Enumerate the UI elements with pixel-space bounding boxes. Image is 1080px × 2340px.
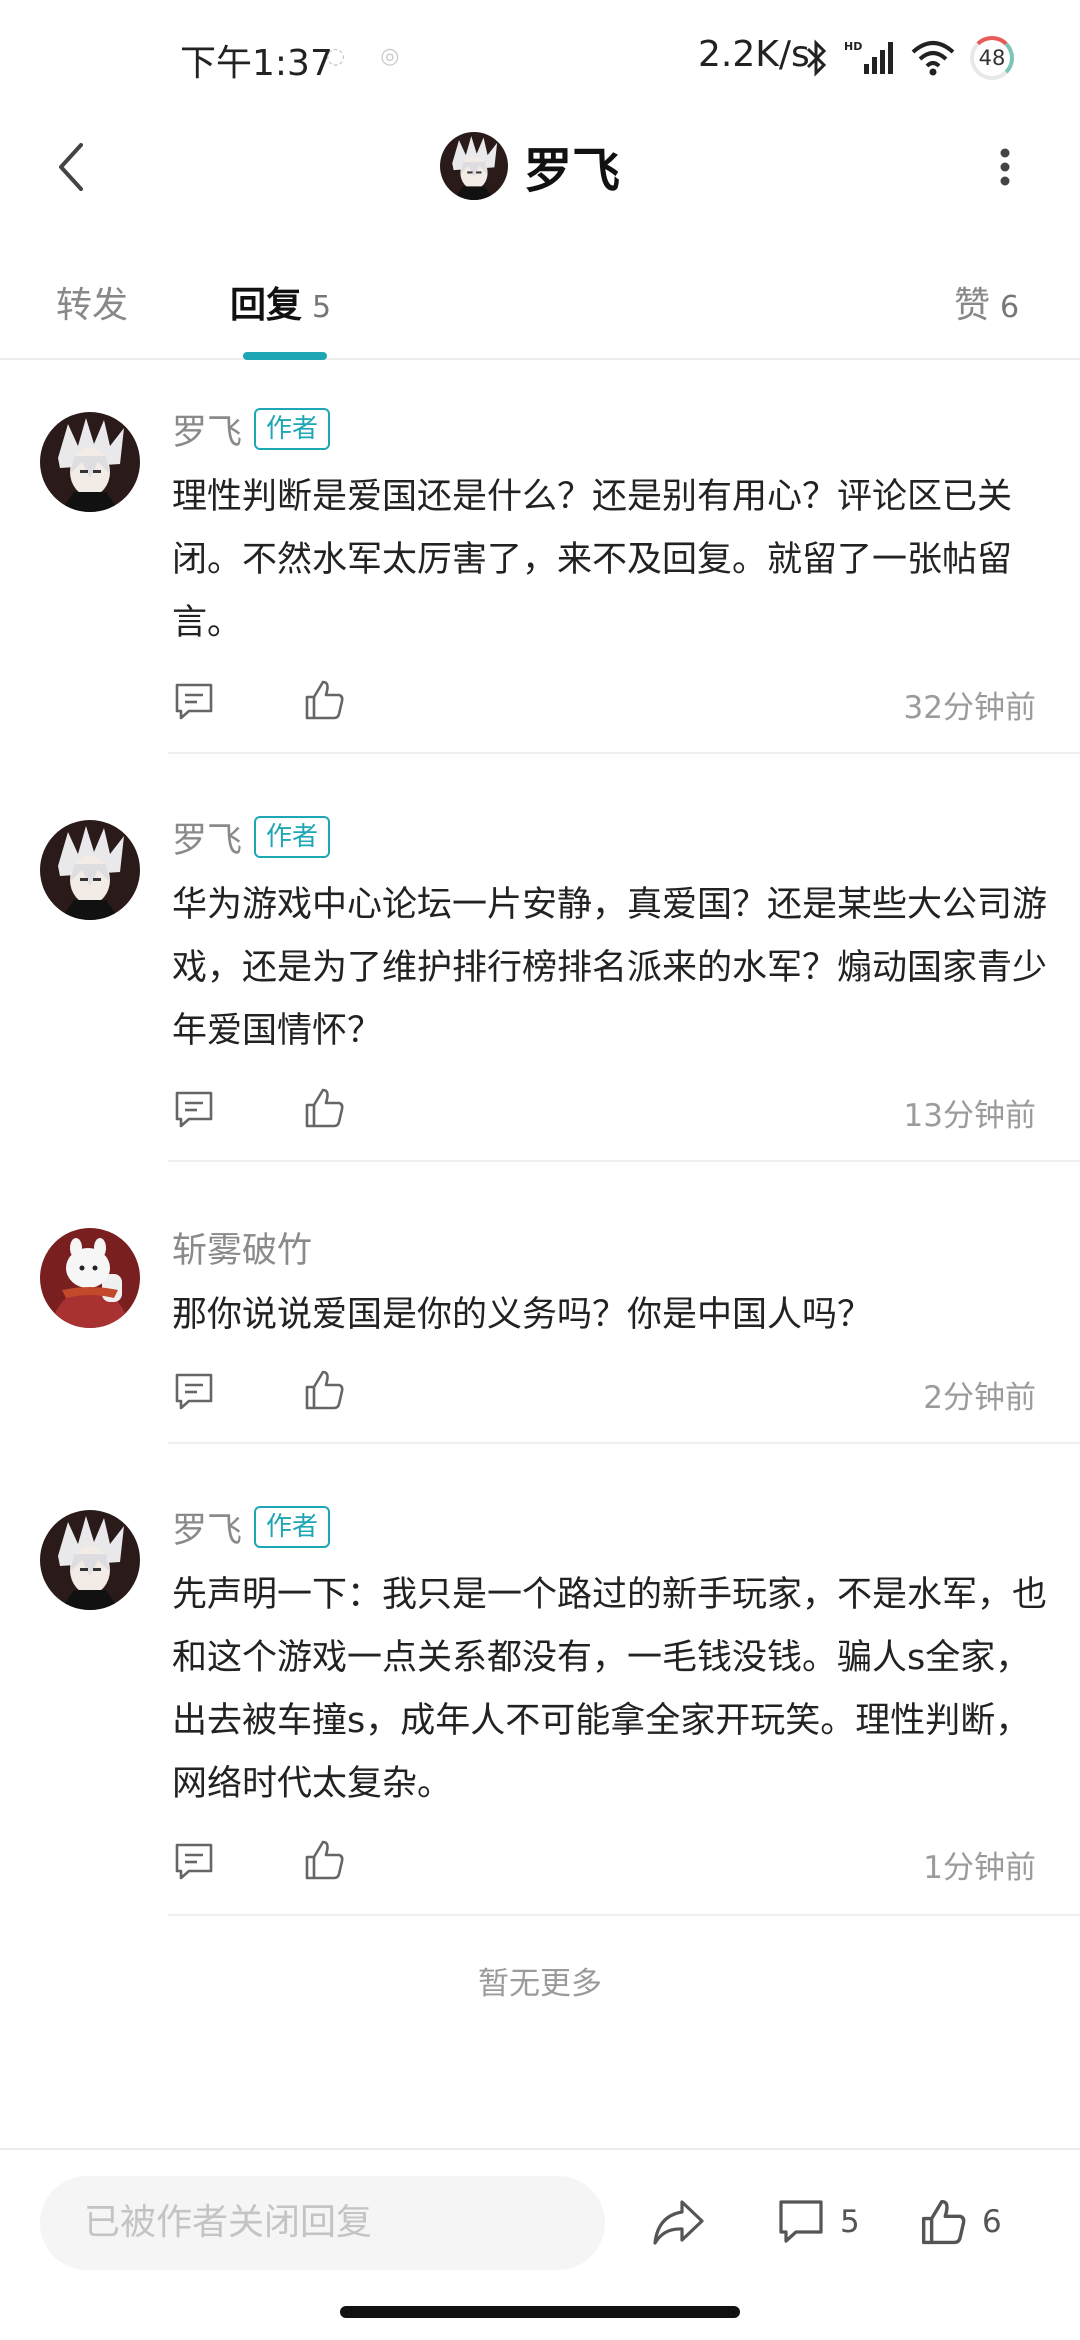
network-speed: 2.2K/s bbox=[698, 34, 810, 75]
tab-reply[interactable]: 回复 5 bbox=[230, 276, 331, 328]
tab-active-indicator bbox=[243, 352, 327, 360]
tab-like[interactable]: 赞 6 bbox=[954, 276, 1019, 328]
comment-count: 5 bbox=[840, 2204, 860, 2240]
thumbs-up-icon bbox=[921, 2199, 966, 2245]
status-bar: 下午1:37 ◌ ◎ 2.2K/s HD 48 bbox=[0, 0, 1080, 110]
tab-reply-label: 回复 bbox=[230, 285, 303, 326]
share-icon[interactable] bbox=[650, 2194, 706, 2250]
tab-repost[interactable]: 转发 bbox=[56, 276, 128, 328]
comment-author-row: 斩雾破竹 bbox=[172, 1222, 312, 1273]
reply-icon[interactable] bbox=[172, 680, 216, 724]
author-badge: 作者 bbox=[254, 408, 331, 450]
tab-repost-label: 转发 bbox=[56, 285, 129, 326]
comment-time: 32分钟前 bbox=[903, 690, 1036, 726]
reply-input[interactable]: 已被作者关闭回复 bbox=[40, 2176, 605, 2270]
comment-author[interactable]: 罗飞 bbox=[172, 1502, 242, 1553]
svg-text:HD: HD bbox=[844, 40, 862, 53]
home-indicator[interactable] bbox=[340, 2306, 740, 2318]
like-button[interactable]: 6 bbox=[918, 2194, 1002, 2250]
comment-icon bbox=[779, 2200, 823, 2243]
thumbs-up-icon[interactable] bbox=[302, 1086, 346, 1130]
signal-icon: HD bbox=[844, 40, 893, 74]
bottom-action-bar: 已被作者关闭回复 5 6 bbox=[0, 2148, 1080, 2298]
more-vertical-icon bbox=[1000, 148, 1010, 186]
avatar[interactable] bbox=[40, 412, 140, 512]
chevron-left-icon bbox=[59, 143, 83, 191]
comment-time: 2分钟前 bbox=[923, 1380, 1036, 1416]
more-options-button[interactable] bbox=[980, 132, 1030, 202]
status-time: 下午1:37 bbox=[180, 43, 333, 84]
comment-actions: 1分钟前 bbox=[172, 1836, 1040, 1886]
comment-author-row: 罗飞 作者 bbox=[172, 812, 331, 863]
avatar[interactable] bbox=[40, 820, 140, 920]
comment-text: 那你说说爱国是你的义务吗？你是中国人吗？ bbox=[172, 1295, 873, 1335]
thumbs-up-icon[interactable] bbox=[302, 1368, 346, 1412]
top-app-bar: 罗飞 bbox=[0, 110, 1080, 220]
wifi-icon bbox=[911, 41, 955, 76]
comment-author-row: 罗飞 作者 bbox=[172, 1502, 331, 1553]
tab-reply-count: 5 bbox=[312, 290, 332, 325]
page-title: 罗飞 bbox=[524, 143, 621, 199]
notification-icons: ◌ ◎ bbox=[326, 44, 414, 69]
comment-time: 13分钟前 bbox=[903, 1098, 1036, 1134]
comment-time: 1分钟前 bbox=[923, 1850, 1036, 1886]
avatar[interactable] bbox=[440, 132, 508, 200]
divider bbox=[168, 1160, 1080, 1162]
comment-text: 理性判断是爱国还是什么？还是别有用心？评论区已关闭。不然水军太厉害了，来不及回复… bbox=[172, 477, 1013, 643]
comment-actions: 2分钟前 bbox=[172, 1366, 1040, 1416]
back-button[interactable] bbox=[36, 132, 106, 202]
divider bbox=[168, 1442, 1080, 1444]
comment-actions: 13分钟前 bbox=[172, 1084, 1040, 1134]
header-user[interactable]: 罗飞 bbox=[440, 130, 620, 202]
tab-like-label: 赞 bbox=[954, 285, 991, 326]
author-badge: 作者 bbox=[254, 1506, 331, 1548]
comment-text: 华为游戏中心论坛一片安静，真爱国？还是某些大公司游戏，还是为了维护排行榜排名派来… bbox=[172, 885, 1048, 1051]
reply-icon[interactable] bbox=[172, 1088, 216, 1132]
like-count: 6 bbox=[982, 2204, 1002, 2240]
tab-bar: 转发 回复 5 赞 6 bbox=[0, 250, 1080, 360]
status-icons: HD 48 bbox=[804, 34, 1014, 82]
comment-actions: 32分钟前 bbox=[172, 676, 1040, 726]
comment-text: 先声明一下：我只是一个路过的新手玩家，不是水军，也和这个游戏一点关系都没有，一毛… bbox=[172, 1575, 1048, 1804]
divider bbox=[168, 1914, 1080, 1916]
battery-indicator: 48 bbox=[970, 36, 1014, 80]
comment-author[interactable]: 罗飞 bbox=[172, 404, 242, 455]
divider bbox=[168, 752, 1080, 754]
comment-button[interactable]: 5 bbox=[776, 2194, 860, 2250]
no-more-text: 暂无更多 bbox=[478, 1966, 602, 2002]
comment-author-row: 罗飞 作者 bbox=[172, 404, 331, 455]
avatar[interactable] bbox=[40, 1228, 140, 1328]
bluetooth-icon bbox=[806, 39, 827, 77]
comment-author[interactable]: 斩雾破竹 bbox=[172, 1222, 312, 1273]
reply-icon[interactable] bbox=[172, 1370, 216, 1414]
thumbs-up-icon[interactable] bbox=[302, 1838, 346, 1882]
avatar[interactable] bbox=[40, 1510, 140, 1610]
reply-icon[interactable] bbox=[172, 1840, 216, 1884]
tab-like-count: 6 bbox=[1000, 290, 1020, 325]
thumbs-up-icon[interactable] bbox=[302, 678, 346, 722]
comment-author[interactable]: 罗飞 bbox=[172, 812, 242, 863]
author-badge: 作者 bbox=[254, 816, 331, 858]
